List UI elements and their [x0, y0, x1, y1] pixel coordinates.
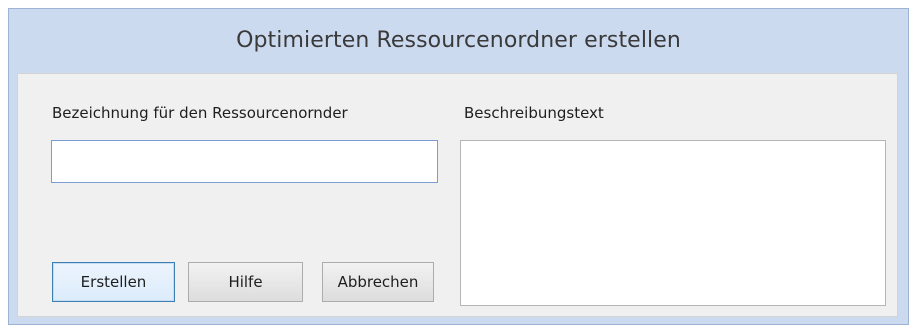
- cancel-button[interactable]: Abbrechen: [322, 262, 434, 302]
- create-button[interactable]: Erstellen: [52, 262, 175, 302]
- description-label: Beschreibungstext: [464, 104, 604, 122]
- dialog-title: Optimierten Ressourcenordner erstellen: [236, 28, 681, 53]
- folder-name-input[interactable]: [51, 140, 438, 183]
- dialog-content: Bezeichnung für den Ressourcenornder Bes…: [17, 73, 898, 317]
- folder-name-label: Bezeichnung für den Ressourcenornder: [52, 104, 348, 122]
- dialog-window: Optimierten Ressourcenordner erstellen B…: [8, 8, 909, 325]
- description-textarea[interactable]: [460, 140, 886, 306]
- help-button[interactable]: Hilfe: [188, 262, 303, 302]
